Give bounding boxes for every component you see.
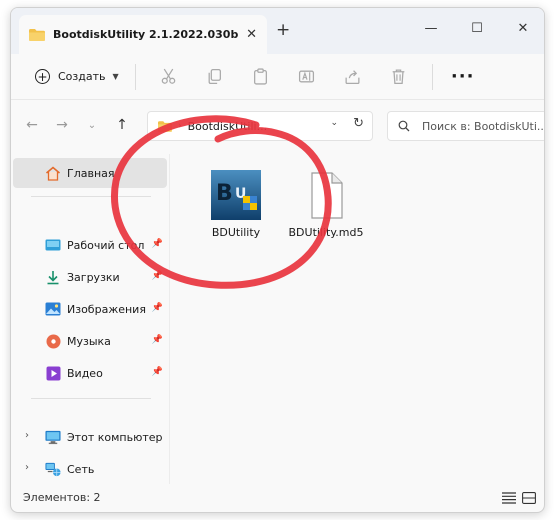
sidebar-item-this-pc[interactable]: › Этот компьютер bbox=[13, 422, 167, 452]
refresh-icon[interactable]: ↻ bbox=[353, 116, 364, 131]
sidebar-item-label: Видео bbox=[67, 366, 103, 380]
pin-icon[interactable]: 📌 bbox=[152, 271, 163, 281]
scissors-icon bbox=[161, 68, 176, 84]
tab-title: BootdiskUtility 2.1.2022.030b bbox=[53, 28, 239, 41]
search-box[interactable]: Поиск в: BootdiskUti... bbox=[387, 111, 545, 141]
rename-button[interactable] bbox=[284, 62, 330, 92]
sidebar-item-network[interactable]: › Сеть bbox=[13, 454, 167, 484]
folder-icon bbox=[29, 28, 45, 41]
minimize-button[interactable]: — bbox=[411, 14, 451, 42]
sidebar-divider bbox=[31, 398, 151, 399]
back-arrow-icon[interactable]: ← bbox=[17, 111, 47, 139]
desktop-icon bbox=[45, 237, 61, 253]
copy-button[interactable] bbox=[192, 62, 238, 92]
clipboard-icon bbox=[254, 68, 268, 85]
tab-bootdiskutility[interactable]: BootdiskUtility 2.1.2022.030b ✕ bbox=[19, 15, 267, 54]
list-view-icon bbox=[502, 492, 516, 504]
cut-button[interactable] bbox=[146, 62, 192, 92]
navigation-pane: Главная Рабочий стол 📌 Загрузки 📌 Изобра… bbox=[11, 154, 169, 484]
pin-icon[interactable]: 📌 bbox=[152, 239, 163, 249]
rename-icon bbox=[299, 70, 315, 83]
delete-button[interactable] bbox=[376, 62, 422, 92]
up-arrow-icon[interactable]: ↑ bbox=[107, 111, 137, 139]
sidebar-item-home[interactable]: Главная bbox=[13, 158, 167, 188]
more-options-button[interactable]: ··· bbox=[443, 62, 483, 92]
trash-icon bbox=[392, 69, 405, 85]
folder-icon bbox=[158, 120, 172, 132]
copy-icon bbox=[208, 68, 222, 85]
computer-icon bbox=[45, 429, 61, 445]
search-placeholder: Поиск в: BootdiskUti... bbox=[422, 119, 545, 133]
sidebar-item-label: Музыка bbox=[67, 334, 111, 348]
file-list: B U BDUtility BDUtility.md5 bbox=[171, 154, 544, 484]
toolbar-divider bbox=[431, 63, 433, 90]
chevron-right-icon[interactable]: › bbox=[25, 462, 29, 473]
share-button[interactable] bbox=[330, 62, 376, 92]
sidebar-divider bbox=[31, 196, 151, 197]
sidebar-item-label: Сеть bbox=[67, 462, 95, 476]
search-icon bbox=[398, 120, 410, 132]
tiles-view-icon bbox=[522, 492, 536, 504]
sidebar-item-label: Рабочий стол bbox=[67, 238, 145, 252]
sidebar-item-downloads[interactable]: Загрузки 📌 bbox=[13, 262, 167, 292]
home-icon bbox=[45, 165, 61, 181]
blank-file-icon bbox=[299, 168, 353, 222]
chevron-right-icon[interactable]: › bbox=[25, 430, 29, 441]
address-bar[interactable]: › BootdiskUtili... ⌄ ↻ bbox=[147, 111, 373, 141]
svg-text:B: B bbox=[216, 181, 233, 206]
maximize-button[interactable]: ☐ bbox=[457, 14, 497, 42]
sidebar-item-label: Этот компьютер bbox=[67, 430, 163, 444]
sidebar-item-desktop[interactable]: Рабочий стол 📌 bbox=[13, 230, 167, 260]
details-view-button[interactable] bbox=[500, 490, 518, 506]
tab-close-icon[interactable]: ✕ bbox=[246, 27, 257, 42]
pin-icon[interactable]: 📌 bbox=[152, 367, 163, 377]
close-window-button[interactable]: ✕ bbox=[503, 14, 543, 42]
title-bar: BootdiskUtility 2.1.2022.030b ✕ + — ☐ ✕ bbox=[11, 8, 544, 54]
pictures-icon bbox=[45, 301, 61, 317]
sidebar-item-label: Главная bbox=[67, 166, 115, 180]
status-bar: Элементов: 2 bbox=[11, 482, 544, 512]
share-icon bbox=[345, 70, 360, 85]
address-path: BootdiskUtili... bbox=[187, 119, 268, 133]
forward-arrow-icon[interactable]: → bbox=[47, 111, 77, 139]
videos-icon bbox=[45, 365, 61, 381]
file-explorer-window: BootdiskUtility 2.1.2022.030b ✕ + — ☐ ✕ … bbox=[10, 7, 545, 513]
sidebar-item-music[interactable]: Музыка 📌 bbox=[13, 326, 167, 356]
sidebar-item-videos[interactable]: Видео 📌 bbox=[13, 358, 167, 388]
file-item-bdutility[interactable]: B U BDUtility bbox=[191, 168, 281, 239]
new-button-label: Создать bbox=[58, 70, 106, 83]
pin-icon[interactable]: 📌 bbox=[152, 335, 163, 345]
file-name: BDUtility.md5 bbox=[288, 226, 364, 239]
file-item-bdutility-md5[interactable]: BDUtility.md5 bbox=[281, 168, 371, 239]
pane-divider bbox=[169, 154, 170, 484]
new-tab-button[interactable]: + bbox=[276, 20, 290, 40]
paste-button[interactable] bbox=[238, 62, 284, 92]
bdutility-app-icon: B U bbox=[209, 168, 263, 222]
file-name: BDUtility bbox=[211, 226, 261, 239]
navigation-row: ← → ⌄ ↑ › BootdiskUtili... ⌄ ↻ Поиск в: … bbox=[11, 103, 544, 147]
music-icon bbox=[45, 333, 61, 349]
chevron-down-icon[interactable]: ⌄ bbox=[330, 118, 338, 128]
item-count: Элементов: 2 bbox=[23, 490, 101, 504]
pin-icon[interactable]: 📌 bbox=[152, 303, 163, 313]
command-bar: + Создать ▼ ··· bbox=[11, 54, 544, 100]
recent-chevron-icon[interactable]: ⌄ bbox=[77, 111, 107, 139]
chevron-down-icon: ▼ bbox=[112, 72, 119, 81]
sidebar-item-label: Изображения bbox=[67, 302, 146, 316]
toolbar-divider bbox=[134, 63, 136, 90]
chevron-right-icon: › bbox=[178, 121, 182, 131]
new-button[interactable]: + Создать ▼ bbox=[29, 62, 125, 92]
sidebar-item-label: Загрузки bbox=[67, 270, 120, 284]
download-icon bbox=[45, 269, 61, 285]
sidebar-item-pictures[interactable]: Изображения 📌 bbox=[13, 294, 167, 324]
tiles-view-button[interactable] bbox=[520, 490, 538, 506]
plus-circle-icon: + bbox=[35, 69, 50, 84]
network-icon bbox=[45, 461, 61, 477]
